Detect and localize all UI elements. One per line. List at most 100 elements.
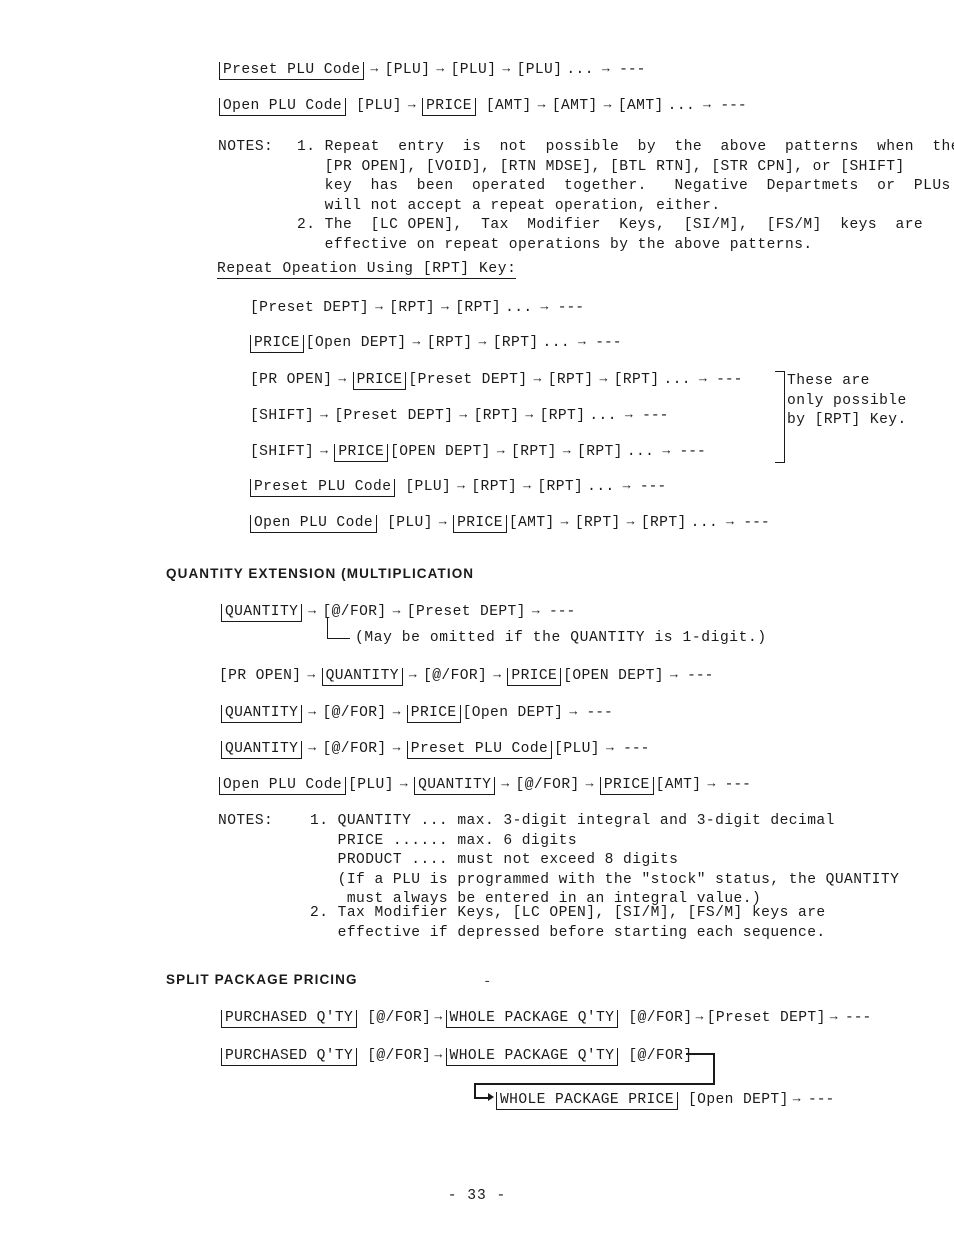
notes-item-2-1: 1. QUANTITY ... max. 3-digit integral an…	[310, 813, 900, 908]
arrow-icon: →	[338, 371, 347, 386]
arrow-icon: →	[320, 443, 329, 458]
field-whole-package-qty: WHOLE PACKAGE Q'TY	[445, 1048, 619, 1066]
key-rpt-2: [RPT]	[613, 372, 660, 388]
notes-label-2: NOTES:	[218, 813, 274, 829]
key-amt-1: [AMT]	[485, 98, 532, 114]
tail-dashes: ---	[549, 604, 576, 620]
arrow-icon: →	[407, 97, 417, 112]
arrow-icon: →	[412, 334, 421, 349]
sequence-preset-dept-rpt: [Preset DEPT] → [RPT] → [RPT] ... → ---	[249, 298, 584, 318]
omit-note: (May be omitted if the QUANTITY is 1-dig…	[355, 630, 767, 646]
sequence-price-open-dept-rpt: PRICE [Open DEPT] → [RPT] → [RPT] ... → …	[249, 333, 622, 353]
arrow-icon: →	[726, 514, 735, 529]
brace-annotation: These are only possible by [RPT] Key.	[787, 373, 907, 428]
key-shift: [SHIFT]	[250, 444, 315, 460]
sequence-quantity-preset-dept: QUANTITY → [@/FOR] → [Preset DEPT] → ---	[220, 602, 575, 622]
field-quantity: QUANTITY	[321, 668, 403, 686]
field-price: PRICE	[406, 705, 461, 723]
sequence-split-open-dept-row2: WHOLE PACKAGE PRICE [Open DEPT] → ---	[495, 1090, 834, 1110]
arrowhead-icon	[488, 1093, 494, 1101]
elbow-connector-omit-note	[327, 618, 350, 639]
tail-dashes: ---	[679, 444, 706, 460]
field-preset-plu-code: Preset PLU Code	[219, 62, 365, 80]
arrow-icon: →	[578, 334, 587, 349]
tail-dashes: ---	[687, 668, 714, 684]
key-amt-2: [AMT]	[551, 98, 598, 114]
arrow-icon: →	[562, 443, 572, 458]
sequence-preset-plu-code-rpt: Preset PLU Code [PLU] → [RPT] → [RPT] ..…	[249, 477, 666, 497]
sequence-open-plu-code-quantity: Open PLU Code [PLU] → QUANTITY → [@/FOR]…	[218, 775, 751, 795]
arrow-icon: →	[320, 407, 329, 422]
page-number: - 33 -	[447, 1188, 507, 1204]
key-pr-open: [PR OPEN]	[219, 668, 302, 684]
arrow-icon: →	[502, 61, 511, 76]
tail-dashes: ---	[595, 335, 622, 351]
ellipsis: ...	[626, 444, 655, 460]
tail-dashes: ---	[586, 705, 613, 721]
arrow-icon: →	[307, 667, 316, 682]
key-shift: [SHIFT]	[250, 408, 315, 424]
key-amt: [AMT]	[508, 515, 555, 531]
tail-dashes: ---	[557, 300, 585, 316]
key-rpt-1: [RPT]	[473, 408, 520, 424]
arrow-icon: →	[599, 371, 608, 386]
field-preset-plu-code: Preset PLU Code	[250, 479, 396, 497]
notes-item-1-1: 1. Repeat entry is not possible by the a…	[297, 139, 954, 214]
field-price: PRICE	[507, 668, 562, 686]
arrow-icon: →	[792, 1091, 801, 1106]
key-open-dept: [Open DEPT]	[305, 335, 407, 351]
arrow-icon: →	[533, 371, 542, 386]
key-at-for-2: [@/FOR]	[628, 1010, 693, 1026]
ellipsis: ...	[505, 300, 533, 316]
arrow-icon: →	[585, 776, 594, 791]
field-price: PRICE	[250, 335, 304, 353]
arrow-icon: →	[601, 61, 611, 76]
key-preset-dept: [Preset DEPT]	[406, 604, 526, 620]
arrow-icon: →	[569, 704, 578, 719]
field-price: PRICE	[422, 98, 476, 116]
arrow-icon: →	[493, 667, 502, 682]
ellipsis: ...	[587, 479, 615, 495]
arrow-icon: →	[399, 776, 409, 791]
tail-dashes: ---	[642, 408, 669, 424]
arrow-icon: →	[523, 478, 532, 493]
sequence-shift-price-open-dept: [SHIFT] → PRICE [OPEN DEPT] → [RPT] → [R…	[249, 442, 706, 462]
sequence-split-preset-dept: PURCHASED Q'TY [@/FOR] → WHOLE PACKAGE Q…	[220, 1008, 871, 1028]
arrow-icon: →	[626, 514, 635, 529]
key-rpt-1: [RPT]	[471, 479, 518, 495]
arrow-icon: →	[478, 334, 487, 349]
key-plu: [PLU]	[405, 479, 452, 495]
arrow-icon: →	[496, 443, 506, 458]
field-quantity: QUANTITY	[221, 705, 303, 723]
ellipsis: ...	[663, 372, 691, 388]
notes-item-1-2: 2. The [LC OPEN], Tax Modifier Keys, [SI…	[297, 217, 924, 253]
sequence-shift-preset-dept: [SHIFT] → [Preset DEPT] → [RPT] → [RPT] …	[249, 406, 668, 426]
field-purchased-qty: PURCHASED Q'TY	[221, 1010, 358, 1028]
arrow-icon: →	[603, 97, 612, 112]
arrow-icon: →	[375, 299, 384, 314]
connector-segment-h1	[686, 1053, 715, 1055]
key-amt: [AMT]	[655, 777, 702, 793]
ellipsis: ...	[542, 335, 571, 351]
section-heading-quantity-extension: QUANTITY EXTENSION (MULTIPLICATION	[166, 566, 475, 581]
arrow-icon: →	[525, 407, 534, 422]
field-open-plu-code: Open PLU Code	[219, 98, 347, 116]
key-preset-dept: [Preset DEPT]	[408, 372, 528, 388]
key-plu-1: [PLU]	[384, 62, 431, 78]
key-rpt-1: [RPT]	[547, 372, 594, 388]
key-rpt-2: [RPT]	[577, 444, 623, 460]
ellipsis: ...	[589, 408, 617, 424]
field-price: PRICE	[453, 515, 507, 533]
arrow-icon: →	[308, 740, 317, 755]
arrow-icon: →	[622, 478, 631, 493]
key-rpt-1: [RPT]	[426, 335, 473, 351]
field-whole-package-qty: WHOLE PACKAGE Q'TY	[445, 1010, 619, 1028]
field-preset-plu-code: Preset PLU Code	[406, 741, 553, 759]
key-rpt-1: [RPT]	[511, 444, 557, 460]
key-plu: [PLU]	[356, 98, 402, 114]
key-at-for: [@/FOR]	[515, 777, 580, 793]
arrow-icon: →	[669, 667, 679, 682]
arrow-icon: →	[624, 407, 634, 422]
key-rpt-1: [RPT]	[574, 515, 621, 531]
sequence-pr-open-price-preset-dept: [PR OPEN] → PRICE [Preset DEPT] → [RPT] …	[249, 370, 742, 390]
